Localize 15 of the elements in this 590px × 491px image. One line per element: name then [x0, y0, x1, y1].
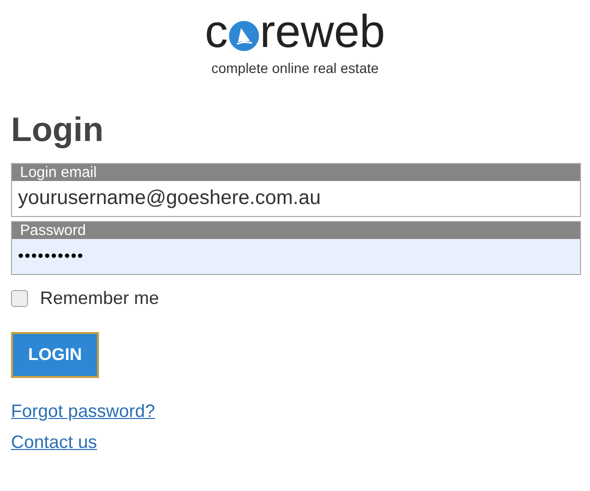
logo-text: c [204, 8, 228, 54]
form-field[interactable]: Login email yourusername@goeshere.com.au [11, 163, 581, 217]
password-input[interactable]: •••••••••• [12, 239, 580, 274]
form-field[interactable]: Password •••••••••• [11, 221, 581, 275]
login-button[interactable]: LOGIN [11, 332, 99, 378]
field-label: Login email [12, 164, 580, 181]
page-title: Login [11, 113, 105, 147]
text-link[interactable]: Contact us [11, 431, 98, 454]
logo-text: reweb [260, 8, 386, 54]
text-link[interactable]: Forgot password? [11, 400, 156, 423]
remember-label: Remember me [40, 287, 160, 310]
remember-checkbox[interactable] [11, 290, 28, 307]
sailboat-logo-icon [228, 21, 259, 51]
logo-tagline: complete online real estate [211, 59, 379, 78]
field-label: Password [12, 222, 580, 239]
